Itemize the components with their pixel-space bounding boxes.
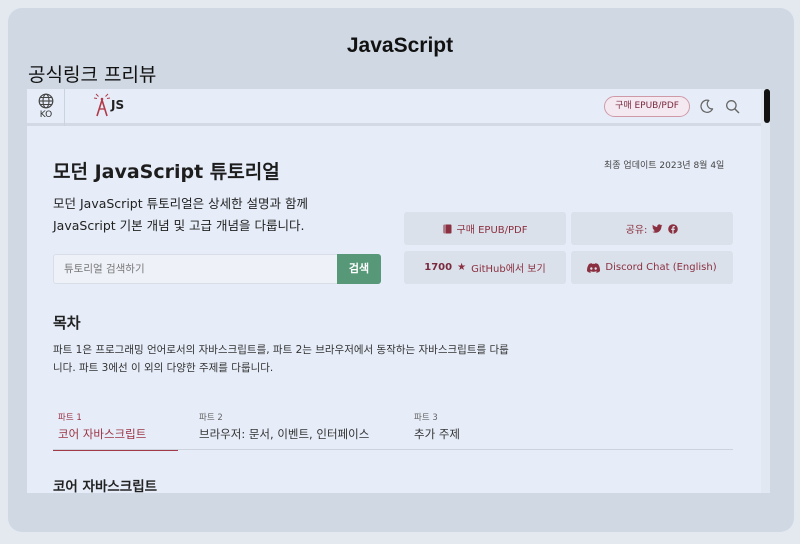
moon-icon[interactable]	[699, 99, 714, 114]
logo-text[interactable]: JS	[111, 98, 124, 112]
tab-divider	[53, 449, 733, 450]
tab-label: 추가 주제	[414, 427, 460, 441]
buy-label: 구매 EPUB/PDF	[456, 225, 528, 236]
last-updated: 최종 업데이트 2023년 8월 4일	[604, 161, 725, 171]
github-label: GitHub에서 보기	[471, 264, 546, 275]
scrollbar-thumb[interactable]	[764, 89, 770, 123]
search-icon[interactable]	[725, 99, 740, 114]
website-preview: KO JS 구매 EPUB/PDF 모던 JavaScript 튜토리얼 최종 …	[27, 89, 761, 493]
language-switcher[interactable]: KO	[27, 89, 65, 126]
github-star-count: 1700	[424, 262, 453, 273]
twitter-icon[interactable]	[652, 223, 663, 234]
discord-button[interactable]: Discord Chat (English)	[571, 251, 733, 284]
tutorial-search-input[interactable]: 튜토리얼 검색하기	[53, 254, 338, 284]
tab-number: 파트 3	[414, 413, 438, 423]
search-button[interactable]: 검색	[337, 254, 381, 284]
toc-heading: 목차	[53, 314, 81, 332]
buy-epub-pdf-link[interactable]: 구매 EPUB/PDF	[404, 212, 566, 245]
toc-description: 파트 1은 프로그래밍 언어로서의 자바스크립트를, 파트 2는 브라우저에서 …	[53, 341, 573, 377]
star-icon: ★	[457, 262, 467, 273]
share-label: 공유:	[625, 225, 648, 236]
tab-label: 코어 자바스크립트	[58, 427, 147, 441]
tab-number: 파트 2	[199, 413, 223, 423]
tab-part-2[interactable]: 파트 2 브라우저: 문서, 이벤트, 인터페이스	[199, 411, 369, 451]
section-heading: 코어 자바스크립트	[53, 479, 158, 493]
globe-icon	[38, 93, 54, 109]
github-button[interactable]: 1700 ★ GitHub에서 보기	[404, 251, 566, 284]
book-icon	[443, 224, 452, 233]
buy-epub-pdf-button[interactable]: 구매 EPUB/PDF	[604, 96, 690, 117]
facebook-icon[interactable]	[668, 223, 679, 234]
scrollbar-track[interactable]	[761, 89, 770, 493]
intro-line: 모던 JavaScript 튜토리얼은 상세한 설명과 함께	[53, 196, 309, 211]
share-group: 공유:	[571, 212, 733, 245]
tower-logo-icon[interactable]	[92, 92, 112, 118]
discord-icon	[587, 262, 601, 273]
card-subtitle: 공식링크 프리뷰	[28, 64, 157, 86]
tab-part-3[interactable]: 파트 3 추가 주제	[414, 411, 460, 451]
discord-label: Discord Chat (English)	[605, 262, 717, 273]
intro-line: JavaScript 기본 개념 및 고급 개념을 다룹니다.	[53, 218, 305, 233]
tab-label: 브라우저: 문서, 이벤트, 인터페이스	[199, 427, 370, 441]
language-code: KO	[39, 110, 53, 120]
card-title: JavaScript	[346, 34, 454, 57]
toc-description-line: 니다. 파트 3에선 이 외의 다양한 주제를 다룹니다.	[53, 362, 274, 374]
toc-description-line: 파트 1은 프로그래밍 언어로서의 자바스크립트를, 파트 2는 브라우저에서 …	[53, 344, 509, 356]
tab-part-1[interactable]: 파트 1 코어 자바스크립트	[53, 411, 178, 451]
site-header: KO JS 구매 EPUB/PDF	[27, 89, 761, 126]
page-title: 모던 JavaScript 튜토리얼	[53, 161, 280, 183]
tab-number: 파트 1	[58, 413, 82, 423]
intro-text: 모던 JavaScript 튜토리얼은 상세한 설명과 함께 JavaScrip…	[53, 193, 383, 237]
